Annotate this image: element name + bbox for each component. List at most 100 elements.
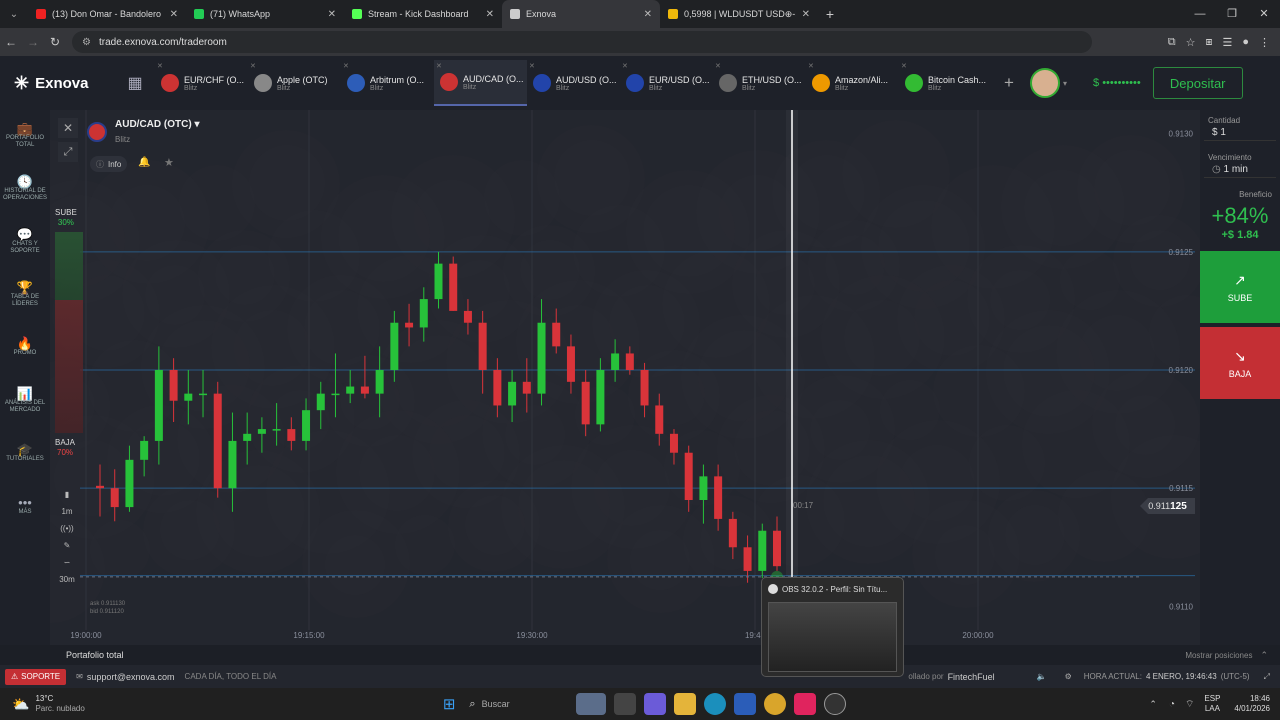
close-window-icon[interactable]: ✕: [1248, 0, 1280, 28]
indicators-icon[interactable]: ((•)): [60, 524, 73, 533]
timeframe-button[interactable]: 1m: [61, 507, 72, 516]
sidebar-item[interactable]: 💬 CHATS Y SOPORTE: [0, 216, 50, 269]
wifi-icon[interactable]: ⌔: [1185, 698, 1194, 711]
period-button[interactable]: 30m: [59, 575, 75, 584]
support-button[interactable]: ⚠ SOPORTE: [5, 668, 67, 685]
windows-start-icon[interactable]: ⊞: [443, 695, 456, 713]
tab-close-icon[interactable]: ✕: [802, 9, 810, 20]
tray-chevron-icon[interactable]: ⌃: [1149, 699, 1157, 710]
amount-input[interactable]: $ 1: [1204, 125, 1276, 141]
new-tab-button[interactable]: +: [818, 6, 842, 22]
store-icon[interactable]: [733, 693, 756, 715]
candlestick-chart[interactable]: 0.9130 0.9125 0.9120 0.9115 0.9110 19:00:00 19…: [50, 110, 1200, 645]
asset-tab[interactable]: ✕ Arbitrum (O... Blitz: [341, 60, 434, 106]
positions-toggle-icon[interactable]: ⌃: [1260, 650, 1268, 661]
copilot-icon[interactable]: [643, 693, 666, 715]
browser-tab[interactable]: 0,5998 | WLDUSDT USD⊕-Marg ✕: [660, 0, 818, 28]
avatar-chevron-icon[interactable]: ▾: [1063, 79, 1067, 88]
minimize-icon[interactable]: —: [1184, 0, 1216, 28]
asset-tab[interactable]: ✕ EUR/CHF (O... Blitz: [155, 60, 248, 106]
obs-preview-popup[interactable]: OBS 32.0.2 - Perfil: Sin Títu...: [761, 577, 904, 677]
sidebar-item[interactable]: 🕓 HISTORIAL DE OPERACIONES: [0, 163, 50, 216]
edge-icon[interactable]: [703, 693, 726, 715]
asset-tab-close-icon[interactable]: ✕: [529, 62, 535, 70]
sidebar-item[interactable]: 🏆 TABLA DE LÍDERES: [0, 269, 50, 322]
tab-search-icon[interactable]: ⌄: [0, 0, 28, 28]
file-explorer-icon[interactable]: [673, 693, 696, 715]
bell-icon[interactable]: 🔔: [138, 157, 150, 168]
profile-icon[interactable]: ●: [1242, 36, 1249, 49]
asset-tab[interactable]: ✕ EUR/USD (O... Blitz: [620, 60, 713, 106]
obs-taskbar-icon[interactable]: [823, 693, 846, 715]
deposit-button[interactable]: Depositar: [1152, 67, 1243, 99]
asset-tab[interactable]: ✕ AUD/USD (O... Blitz: [527, 60, 620, 106]
asset-tab-close-icon[interactable]: ✕: [622, 62, 628, 70]
avatar[interactable]: [1030, 68, 1060, 98]
sidebar-item[interactable]: 📊 ANÁLISIS DEL MERCADO: [0, 375, 50, 428]
asset-tab-close-icon[interactable]: ✕: [250, 62, 256, 70]
browser-tab[interactable]: Stream - Kick Dashboard ✕: [344, 0, 502, 28]
asset-tab[interactable]: ✕ Apple (OTC) Blitz: [248, 60, 341, 106]
asset-tab-close-icon[interactable]: ✕: [157, 62, 163, 70]
chart-area[interactable]: 0.9130 0.9125 0.9120 0.9115 0.9110 19:00:00 19…: [50, 110, 1200, 645]
restore-icon[interactable]: ❐: [1216, 0, 1248, 28]
add-asset-button[interactable]: +: [992, 73, 1026, 93]
chrome-icon[interactable]: [763, 693, 786, 715]
volume-icon[interactable]: 🔈: [1037, 672, 1047, 681]
asset-tab-close-icon[interactable]: ✕: [715, 62, 721, 70]
settings-icon[interactable]: ⚙: [1065, 672, 1072, 681]
show-positions-button[interactable]: Mostrar posiciones: [1185, 651, 1252, 660]
asset-tab[interactable]: ✕ Amazon/Ali... Blitz: [806, 60, 899, 106]
buy-button[interactable]: ↗ SUBE: [1200, 251, 1280, 323]
bookmark-star-icon[interactable]: ☆: [1186, 36, 1196, 49]
task-view-icon[interactable]: [613, 693, 636, 715]
exnova-logo[interactable]: ✳ Exnova: [0, 73, 115, 94]
portfolio-total-tab[interactable]: Portafolio total: [66, 650, 124, 660]
lang-indicator[interactable]: ESP: [1204, 694, 1220, 704]
reload-icon[interactable]: ↻: [44, 35, 66, 49]
site-info-icon[interactable]: ⚙: [82, 37, 91, 48]
browser-tab[interactable]: Exnova ✕: [502, 0, 660, 28]
reading-list-icon[interactable]: ☰: [1222, 36, 1232, 49]
sidebar-item[interactable]: 💼 PORTAFOLIO TOTAL: [0, 110, 50, 163]
tab-close-icon[interactable]: ✕: [328, 9, 336, 20]
asset-tab-close-icon[interactable]: ✕: [436, 62, 442, 70]
forward-icon[interactable]: →: [22, 35, 44, 49]
asset-tab-close-icon[interactable]: ✕: [901, 62, 907, 70]
star-icon[interactable]: ★: [164, 156, 174, 169]
region-indicator[interactable]: LAA: [1204, 704, 1220, 714]
browser-tab[interactable]: (71) WhatsApp ✕: [186, 0, 344, 28]
chart-close-icon[interactable]: ✕: [58, 118, 78, 138]
asset-tab[interactable]: ✕ Bitcoin Cash... Blitz: [899, 60, 992, 106]
asset-tab[interactable]: ✕ AUD/CAD (O... Blitz: [434, 60, 527, 106]
asset-tab-close-icon[interactable]: ✕: [343, 62, 349, 70]
asset-grid-icon[interactable]: ▦: [115, 73, 155, 93]
sidebar-item[interactable]: ••• MÁS: [0, 481, 50, 534]
asset-tab[interactable]: ✕ ETH/USD (O... Blitz: [713, 60, 806, 106]
fullscreen-icon[interactable]: ⤢: [1264, 672, 1270, 682]
extensions-icon[interactable]: ⧆: [1205, 36, 1212, 49]
taskbar-search[interactable]: Buscar: [482, 699, 572, 709]
support-email[interactable]: support@exnova.com: [87, 672, 175, 682]
draw-tool-icon[interactable]: ✎: [64, 541, 71, 550]
search-highlight-icon[interactable]: [575, 693, 606, 715]
sell-button[interactable]: ↘ BAJA: [1200, 327, 1280, 399]
network-icon[interactable]: ◔: [1169, 699, 1175, 710]
tab-close-icon[interactable]: ✕: [644, 9, 652, 20]
sidebar-item[interactable]: 🎓 TUTORIALES: [0, 428, 50, 481]
curve-icon[interactable]: ∽: [64, 558, 71, 567]
url-field[interactable]: ⚙ trade.exnova.com/traderoom: [72, 31, 1092, 53]
candle-type-icon[interactable]: ▮: [65, 490, 69, 499]
sidebar-item[interactable]: 🔥 PROMO: [0, 322, 50, 375]
asset-tab-close-icon[interactable]: ✕: [808, 62, 814, 70]
balance[interactable]: $ ••••••••••: [1093, 77, 1141, 89]
install-icon[interactable]: ⧉: [1168, 36, 1176, 49]
info-button[interactable]: ⓘ Info: [90, 156, 128, 172]
back-icon[interactable]: ←: [0, 35, 22, 49]
tiktok-icon[interactable]: [793, 693, 816, 715]
browser-tab[interactable]: (13) Don Omar - Bandolero ✕: [28, 0, 186, 28]
expiry-input[interactable]: ◷ 1 min: [1204, 162, 1276, 178]
taskbar-date[interactable]: 4/01/2026: [1234, 704, 1270, 714]
chart-expand-icon[interactable]: ⤢: [58, 142, 78, 162]
taskbar-clock[interactable]: 18:46: [1234, 694, 1270, 704]
